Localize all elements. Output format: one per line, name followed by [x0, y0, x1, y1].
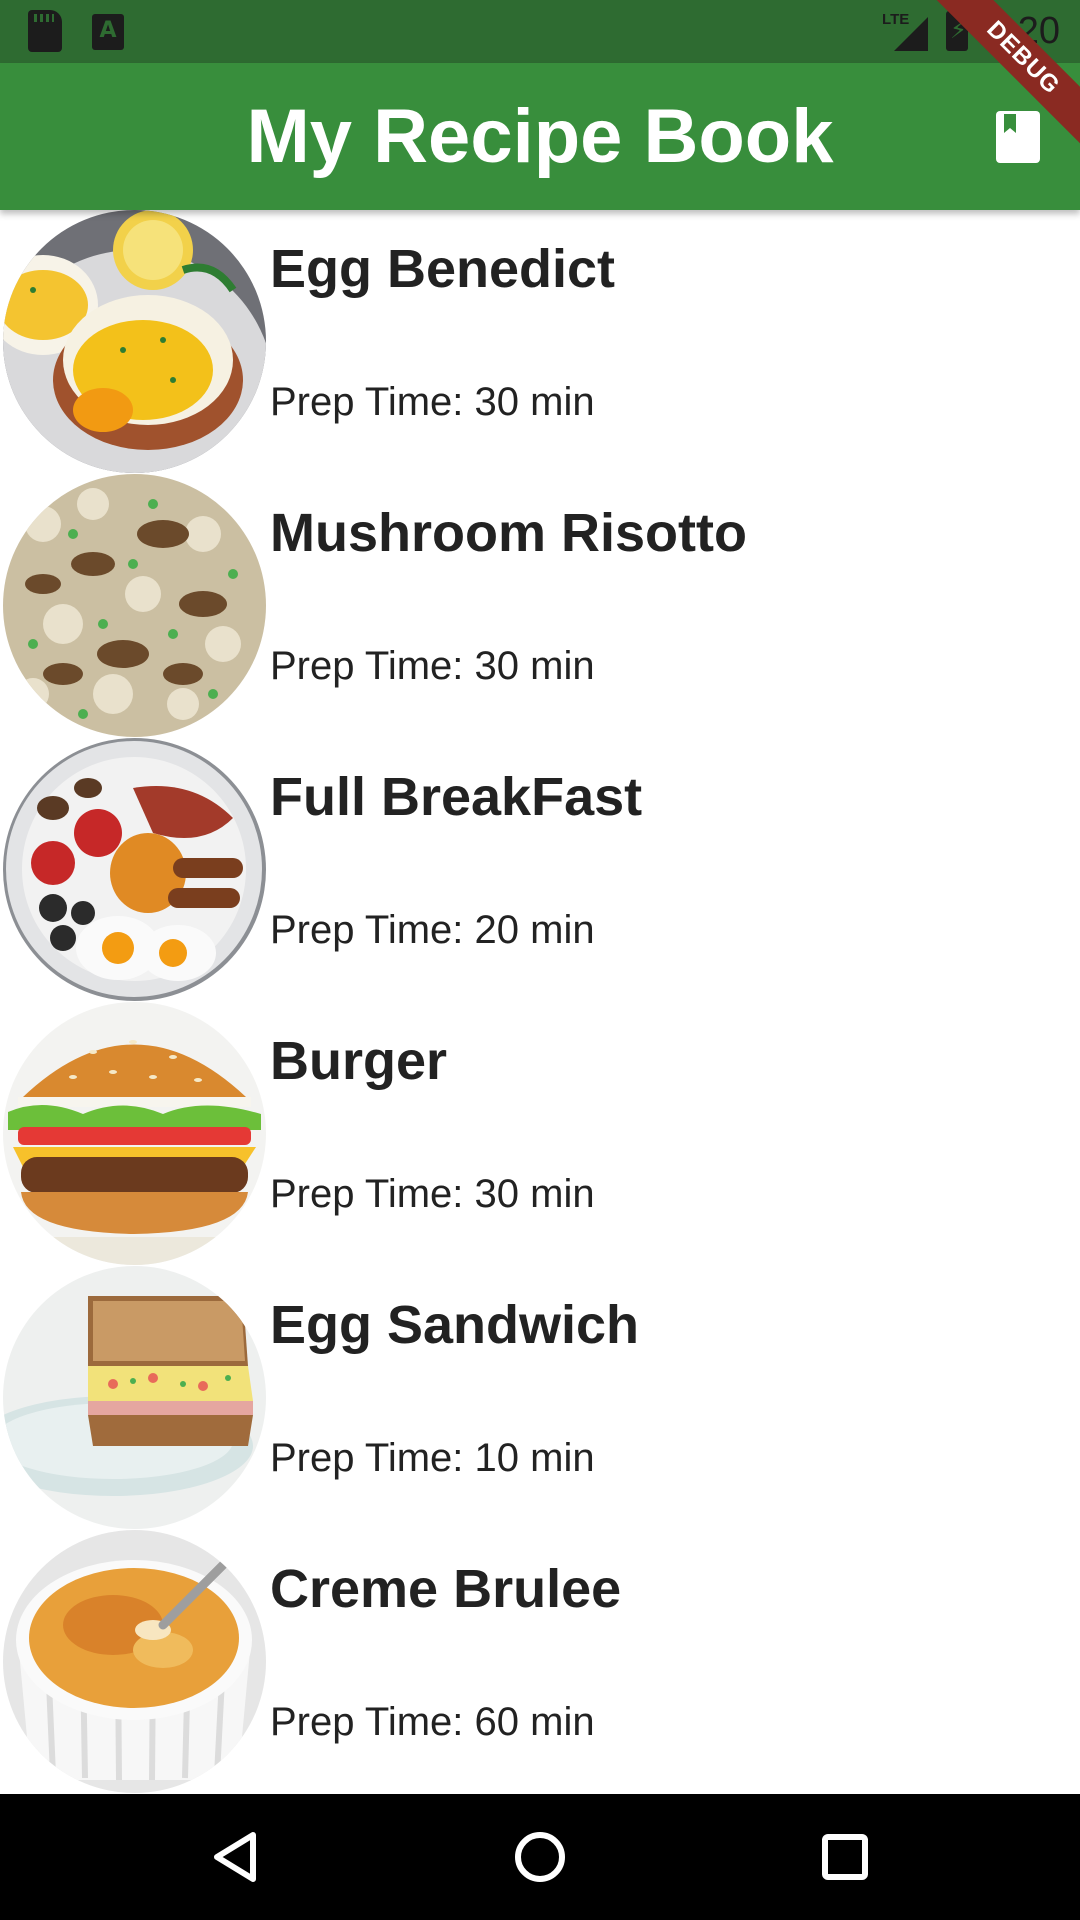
home-icon: [515, 1832, 565, 1882]
recipe-list[interactable]: Egg Benedict Prep Time: 30 min Mushroom …: [0, 210, 1080, 1794]
recipe-prep-time: Prep Time: 60 min: [270, 1700, 595, 1744]
home-button[interactable]: [510, 1827, 570, 1887]
recipe-image-egg-benedict: [3, 210, 266, 473]
a-notification-icon: A: [92, 14, 124, 50]
navigation-bar: [0, 1794, 1080, 1920]
egg-benedict-image: [3, 210, 266, 473]
book-button[interactable]: [986, 105, 1050, 169]
recipe-name: Egg Sandwich: [270, 1295, 640, 1355]
recipe-item-mushroom-risotto[interactable]: Mushroom Risotto Prep Time: 30 min: [0, 474, 1080, 738]
recipe-name: Mushroom Risotto: [270, 503, 747, 563]
signal-triangle: [894, 17, 929, 51]
recents-icon: [822, 1834, 868, 1880]
recipe-image-burger: [3, 1002, 266, 1265]
recipe-item-egg-sandwich[interactable]: Egg Sandwich Prep Time: 10 min: [0, 1266, 1080, 1530]
screen: A LTE ⚡ 4:20 My Recipe Book DEBUG: [0, 0, 1080, 1920]
recipe-item-burger[interactable]: Burger Prep Time: 30 min: [0, 1002, 1080, 1266]
status-bar: A LTE ⚡ 4:20: [0, 0, 1080, 63]
back-icon: [214, 1832, 256, 1882]
recipe-prep-time: Prep Time: 20 min: [270, 908, 595, 952]
recipe-image-full-breakfast: [3, 738, 266, 1001]
recipe-prep-time: Prep Time: 30 min: [270, 1172, 595, 1216]
egg-sandwich-image: [3, 1266, 266, 1529]
recipe-image-creme-brulee: [3, 1530, 266, 1793]
full-breakfast-image: [3, 738, 266, 1001]
recipe-prep-time: Prep Time: 10 min: [270, 1436, 595, 1480]
recipe-prep-time: Prep Time: 30 min: [270, 380, 595, 424]
burger-image: [3, 1002, 266, 1265]
status-left: A: [28, 10, 124, 52]
recipe-item-egg-benedict[interactable]: Egg Benedict Prep Time: 30 min: [0, 210, 1080, 474]
recipe-name: Burger: [270, 1031, 448, 1091]
page-title: My Recipe Book: [246, 94, 834, 179]
recipe-name: Egg Benedict: [270, 239, 616, 299]
creme-brulee-image: [3, 1530, 266, 1793]
sd-card-icon: [28, 10, 62, 52]
book-icon: [996, 111, 1040, 163]
mushroom-risotto-image: [3, 474, 266, 737]
recipe-prep-time: Prep Time: 30 min: [270, 644, 595, 688]
recipe-item-full-breakfast[interactable]: Full BreakFast Prep Time: 20 min: [0, 738, 1080, 1002]
recipe-name: Creme Brulee: [270, 1559, 622, 1619]
signal-icon: LTE: [882, 11, 929, 51]
recents-button[interactable]: [815, 1827, 875, 1887]
back-button[interactable]: [205, 1827, 265, 1887]
recipe-image-mushroom-risotto: [3, 474, 266, 737]
app-bar: My Recipe Book: [0, 63, 1080, 210]
recipe-image-egg-sandwich: [3, 1266, 266, 1529]
recipe-name: Full BreakFast: [270, 767, 643, 827]
recipe-item-creme-brulee[interactable]: Creme Brulee Prep Time: 60 min: [0, 1530, 1080, 1794]
